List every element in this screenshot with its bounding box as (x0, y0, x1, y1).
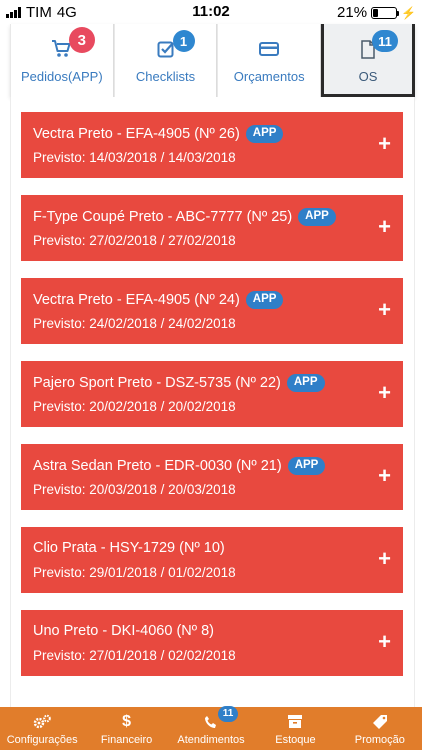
order-previsto: Previsto: 14/03/2018 / 14/03/2018 (33, 150, 236, 165)
expand-icon[interactable]: + (378, 133, 391, 155)
order-title: Uno Preto - DKI-4060 (Nº 8) (33, 623, 214, 639)
bottom-nav: Configurações $ Financeiro 11 Atendiment… (0, 705, 422, 750)
dollar-icon: $ (122, 712, 132, 730)
atendimentos-badge: 11 (218, 705, 239, 722)
nav-atendimentos-label: Atendimentos (177, 733, 245, 746)
nav-financeiro[interactable]: $ Financeiro (84, 707, 168, 750)
order-title: Vectra Preto - EFA-4905 (Nº 24) (33, 291, 240, 308)
nav-configuracoes-label: Configurações (6, 733, 78, 746)
tab-orcamentos-label: Orçamentos (233, 69, 305, 84)
cart-icon: 3 (51, 27, 95, 60)
nav-estoque[interactable]: Estoque (253, 707, 337, 750)
expand-icon[interactable]: + (378, 216, 391, 238)
top-tab-bar: 3 Pedidos(APP) 1 Checklists Orçamentos 1… (10, 24, 416, 97)
order-card[interactable]: F-Type Coupé Preto - ABC-7777 (Nº 25) APP… (21, 195, 403, 261)
tab-os[interactable]: 11 OS (321, 24, 416, 97)
pedidos-badge: 3 (68, 27, 95, 53)
os-badge: 11 (372, 30, 399, 52)
order-previsto: Previsto: 27/02/2018 / 27/02/2018 (33, 233, 236, 248)
order-title: Vectra Preto - EFA-4905 (Nº 26) (33, 125, 240, 142)
order-card[interactable]: Astra Sedan Preto - EDR-0030 (Nº 21) APP … (21, 444, 403, 510)
nav-configuracoes[interactable]: Configurações (0, 707, 84, 750)
expand-icon[interactable]: + (378, 631, 391, 653)
tab-checklists[interactable]: 1 Checklists (113, 24, 218, 97)
order-card[interactable]: Vectra Preto - EFA-4905 (Nº 26) APP Previ… (21, 112, 403, 178)
nav-atendimentos[interactable]: 11 Atendimentos (169, 705, 253, 750)
order-card[interactable]: Uno Preto - DKI-4060 (Nº 8) Previsto: 27… (21, 610, 403, 676)
tab-orcamentos[interactable]: Orçamentos (217, 24, 322, 97)
checklist-icon: 1 (157, 30, 195, 60)
order-previsto: Previsto: 24/02/2018 / 24/02/2018 (33, 316, 236, 331)
app-badge: APP (245, 291, 284, 309)
expand-icon[interactable]: + (378, 465, 391, 487)
gears-icon (32, 712, 52, 732)
tag-icon (372, 712, 388, 732)
phone-icon: 11 (204, 705, 239, 732)
order-title: Astra Sedan Preto - EDR-0030 (Nº 21) (33, 457, 282, 474)
card-icon (259, 38, 280, 60)
expand-icon[interactable]: + (378, 299, 391, 321)
order-previsto: Previsto: 29/01/2018 / 01/02/2018 (33, 565, 236, 580)
order-previsto: Previsto: 20/03/2018 / 20/03/2018 (33, 482, 236, 497)
document-icon: 11 (360, 30, 399, 60)
nav-promocao[interactable]: Promoção (338, 707, 422, 750)
nav-estoque-label: Estoque (275, 733, 316, 746)
app-badge: APP (245, 125, 284, 143)
order-title: Clio Prata - HSY-1729 (Nº 10) (33, 540, 225, 556)
nav-financeiro-label: Financeiro (100, 733, 153, 746)
nav-promocao-label: Promoção (354, 733, 405, 746)
tab-pedidos[interactable]: 3 Pedidos(APP) (10, 24, 114, 97)
order-previsto: Previsto: 27/01/2018 / 02/02/2018 (33, 648, 236, 663)
app-badge: APP (298, 208, 336, 226)
expand-icon[interactable]: + (378, 548, 391, 570)
order-card[interactable]: Clio Prata - HSY-1729 (Nº 10) Previsto: … (21, 527, 403, 593)
app-badge: APP (287, 457, 326, 475)
tab-os-label: OS (358, 69, 378, 84)
order-list: Vectra Preto - EFA-4905 (Nº 26) APP Previ… (10, 97, 415, 707)
app-badge: APP (286, 374, 325, 392)
battery-icon (371, 6, 400, 19)
tab-checklists-label: Checklists (135, 69, 196, 84)
tab-pedidos-label: Pedidos(APP) (21, 69, 103, 84)
battery-info: 21% ⚡ (337, 4, 416, 21)
expand-icon[interactable]: + (378, 382, 391, 404)
box-icon (287, 712, 303, 732)
order-title: F-Type Coupé Preto - ABC-7777 (Nº 25) (33, 208, 293, 225)
status-bar: TIM 4G 11:02 21% ⚡ (0, 0, 422, 24)
order-title: Pajero Sport Preto - DSZ-5735 (Nº 22) (33, 374, 281, 391)
order-card[interactable]: Vectra Preto - EFA-4905 (Nº 24) APP Previ… (21, 278, 403, 344)
order-card[interactable]: Pajero Sport Preto - DSZ-5735 (Nº 22) APP… (21, 361, 403, 427)
checklists-badge: 1 (172, 30, 195, 52)
charging-icon: ⚡ (401, 5, 416, 20)
battery-percent: 21% (337, 4, 368, 21)
order-previsto: Previsto: 20/02/2018 / 20/02/2018 (33, 399, 236, 414)
